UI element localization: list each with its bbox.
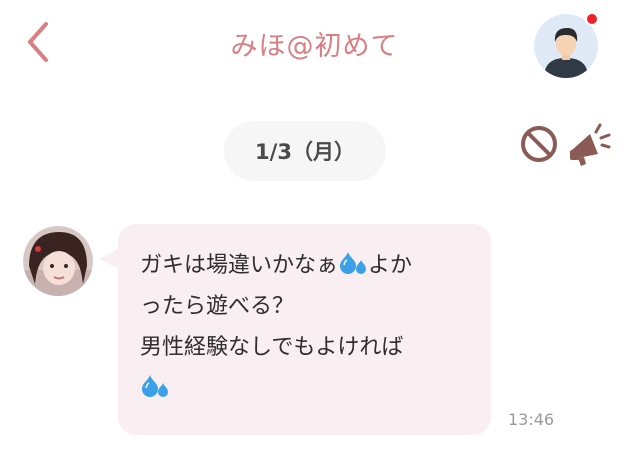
sweat-droplets-icon xyxy=(140,373,170,401)
message-bubble-tail xyxy=(100,248,120,270)
message-line-3: 男性経験なしでもよければ xyxy=(140,335,404,360)
chat-header: みほ@初めて xyxy=(0,0,629,90)
sender-avatar[interactable] xyxy=(23,226,93,296)
sender-photo-icon xyxy=(23,226,93,296)
date-separator: 1/3（月） xyxy=(224,121,386,181)
message-text: よか xyxy=(368,253,413,278)
prohibited-icon xyxy=(521,126,557,162)
block-button[interactable] xyxy=(520,125,558,163)
sweat-droplets-icon xyxy=(338,250,368,278)
message-line-2: ったら遊べる？ xyxy=(140,294,295,319)
message-text: ガキは場違いかなぁ xyxy=(140,253,339,278)
message-line-4 xyxy=(140,368,469,409)
message-timestamp: 13:46 xyxy=(508,410,555,429)
megaphone-icon xyxy=(570,123,611,166)
notification-dot xyxy=(585,12,599,26)
message-line-1: ガキは場違いかなぁ よか xyxy=(140,245,469,286)
report-button[interactable] xyxy=(566,120,612,168)
message-bubble: ガキは場違いかなぁ よか ったら遊べる？ 男性経験なしでもよければ xyxy=(118,224,491,435)
